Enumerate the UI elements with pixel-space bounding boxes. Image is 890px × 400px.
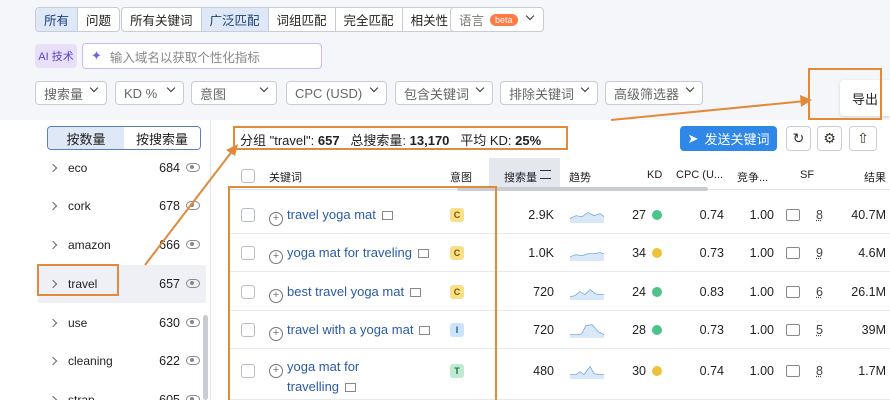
annotation-overlay — [144, 95, 812, 266]
keyword-tool-page: 所有 问题 所有关键词 广泛匹配 词组匹配 完全匹配 相关性 语言 beta A… — [0, 0, 890, 400]
